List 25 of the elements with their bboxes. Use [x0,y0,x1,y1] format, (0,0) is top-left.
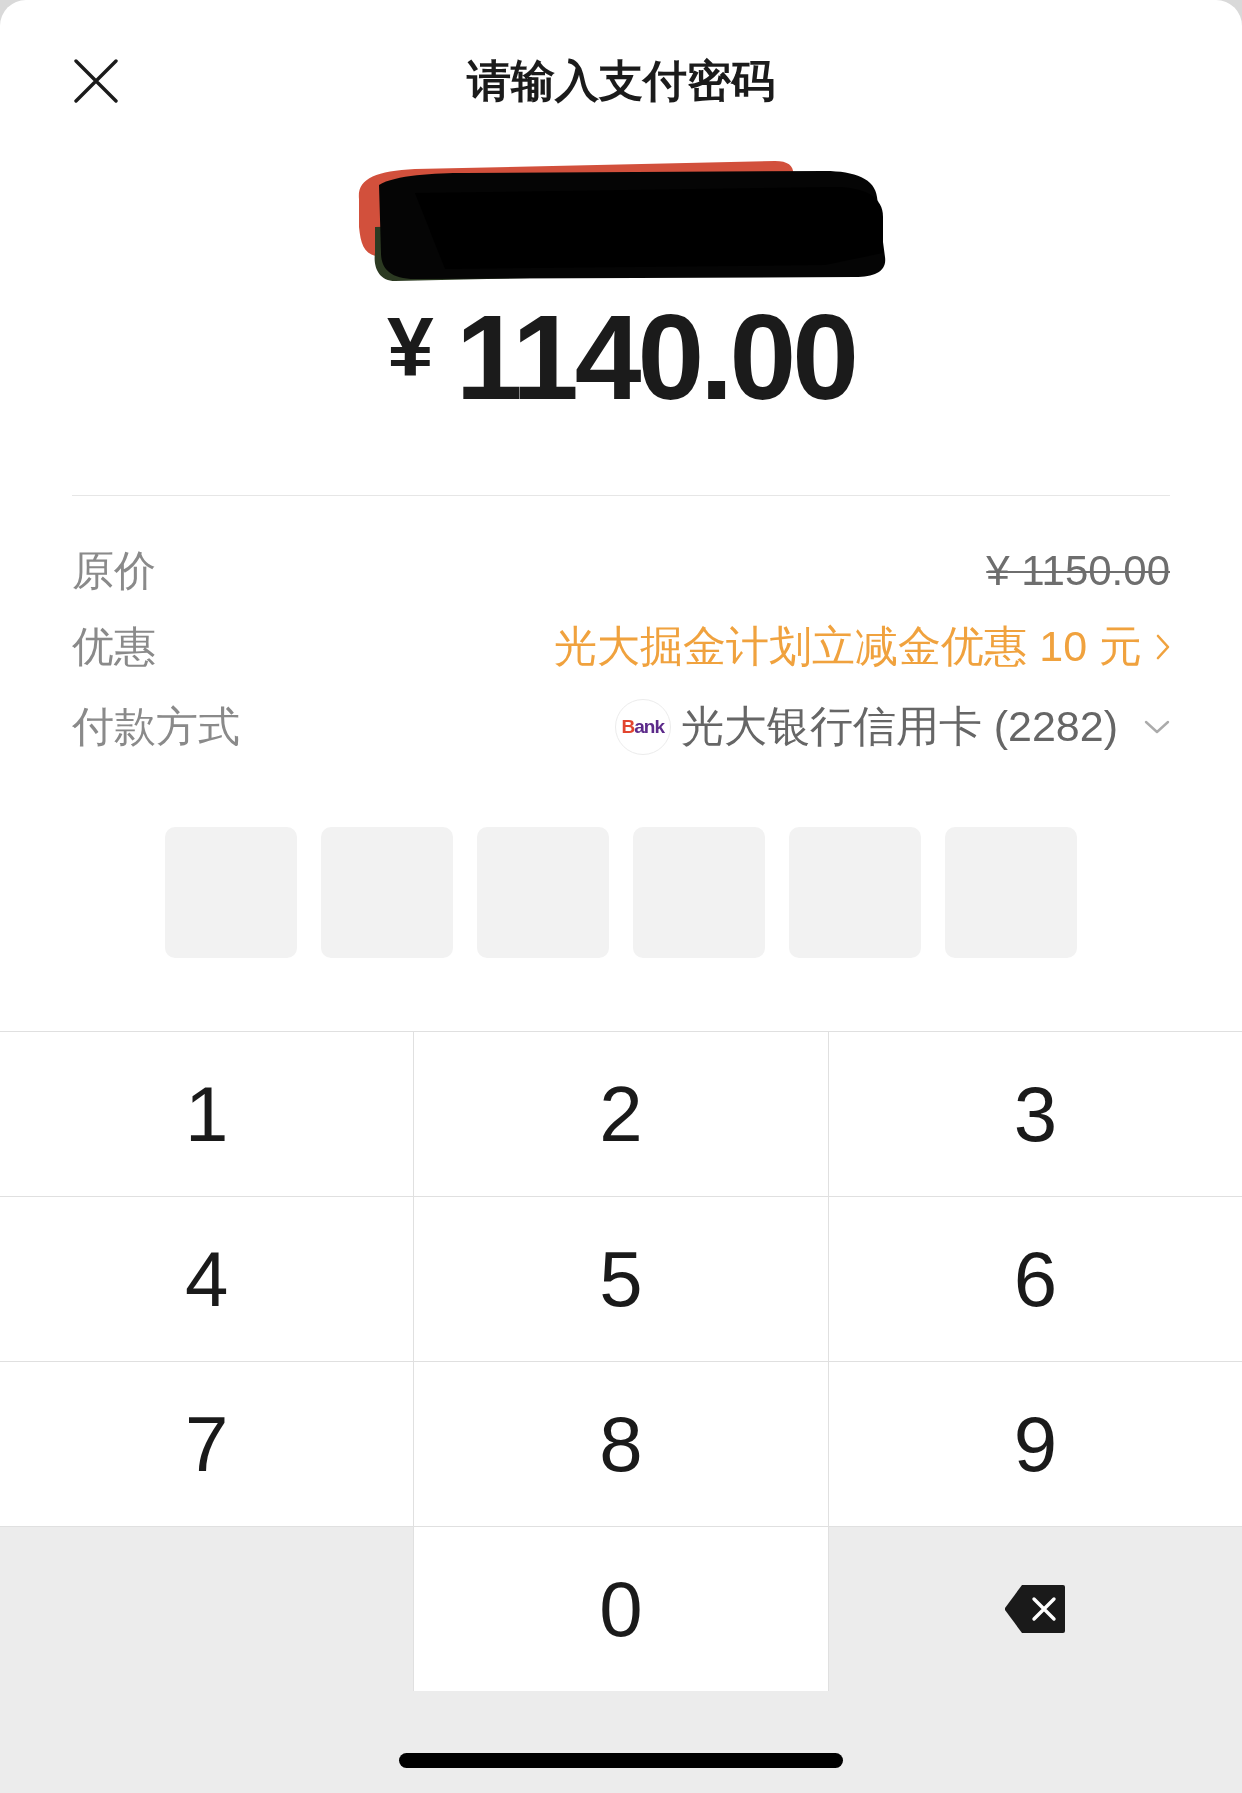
close-icon [74,59,118,103]
payment-method-selector[interactable]: Bank 光大银行信用卡 (2282) [614,698,1170,756]
payment-amount: 1140.00 [455,297,855,417]
detail-label: 原价 [72,546,156,596]
currency-symbol: ¥ [387,305,434,389]
chevron-right-icon [1156,634,1170,660]
chevron-down-icon [1144,720,1170,734]
keypad-key[interactable]: 9 [828,1362,1242,1526]
keypad-key[interactable]: 3 [828,1032,1242,1196]
keypad-key[interactable]: 7 [0,1362,414,1526]
close-button[interactable] [74,59,118,103]
detail-label: 优惠 [72,622,156,672]
original-price: ¥ 1150.00 [986,547,1170,595]
backspace-icon [1005,1585,1066,1633]
backspace-key[interactable] [828,1527,1242,1691]
keypad-key[interactable]: 4 [0,1197,414,1361]
keypad-key[interactable]: 2 [414,1032,828,1196]
keypad-key[interactable]: 6 [828,1197,1242,1361]
keypad-key[interactable]: 8 [414,1362,828,1526]
keypad-key[interactable]: 0 [414,1527,828,1691]
keypad-key[interactable]: 1 [0,1032,414,1196]
sheet-title: 请输入支付密码 [467,54,775,107]
detail-label: 付款方式 [72,702,240,752]
bank-logo: Bank [614,699,671,755]
keypad-key[interactable]: 5 [414,1197,828,1361]
